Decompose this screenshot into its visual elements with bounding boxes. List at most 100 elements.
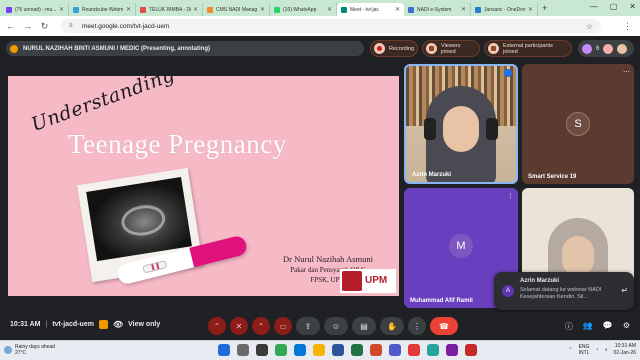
site-info-icon[interactable]: ≡ bbox=[69, 23, 76, 30]
teams-icon[interactable] bbox=[389, 344, 401, 356]
tab-favicon bbox=[140, 6, 146, 13]
minimize-icon[interactable]: — bbox=[590, 2, 598, 11]
browser-tab[interactable]: Jansaric - OneDriv ✕ bbox=[471, 3, 538, 16]
chevron-up-icon[interactable]: ⌃ bbox=[568, 347, 572, 353]
speaking-indicator-icon bbox=[504, 69, 512, 77]
app-icon[interactable] bbox=[465, 344, 477, 356]
viewers-joined-indicator[interactable]: Viewers joined bbox=[422, 40, 480, 57]
taskbar-apps bbox=[218, 344, 477, 356]
close-icon[interactable]: ✕ bbox=[395, 6, 400, 13]
close-window-icon[interactable]: ✕ bbox=[629, 2, 636, 11]
browser-menu-icon[interactable]: ⋮ bbox=[623, 21, 632, 32]
call-controls: ⌃ ✕ ⌃ ▭ ⇪ ☺ ▤ ✋ ⋮ ☎ bbox=[208, 317, 458, 335]
participant-name: Muhammad Afif Ramli bbox=[410, 298, 473, 304]
close-icon[interactable]: ✕ bbox=[126, 6, 131, 13]
file-explorer-icon[interactable] bbox=[313, 344, 325, 356]
reload-icon[interactable]: ↻ bbox=[40, 21, 49, 32]
close-icon[interactable]: ✕ bbox=[327, 6, 332, 13]
address-bar: ← → ↻ ≡ meet.google.com/tvt-jacd-uem ☆ ⋮ bbox=[0, 16, 640, 36]
browser-tab[interactable]: CMS NADI Manag ✕ bbox=[203, 3, 270, 16]
maximize-icon[interactable]: ▢ bbox=[610, 2, 618, 11]
back-arrow-icon[interactable]: ← bbox=[6, 21, 15, 31]
browser-tab[interactable]: (10) WhatsApp ✕ bbox=[270, 3, 337, 16]
bookmark-star-icon[interactable]: ☆ bbox=[586, 22, 593, 31]
participant-tile[interactable]: Azrin Marzuki bbox=[404, 64, 518, 184]
reply-icon[interactable]: ↵ bbox=[621, 286, 628, 295]
raise-hand-button[interactable]: ✋ bbox=[380, 317, 404, 335]
chat-message: Selamat datang ke webinar NADI Kesejahte… bbox=[520, 287, 602, 300]
url-field[interactable]: ≡ meet.google.com/tvt-jacd-uem ☆ bbox=[61, 19, 601, 33]
ultrasound-image bbox=[86, 176, 192, 262]
chrome-icon[interactable] bbox=[275, 344, 287, 356]
pdf-icon[interactable] bbox=[408, 344, 420, 356]
language-indicator[interactable]: ENG INTL bbox=[579, 344, 590, 356]
excel-icon[interactable] bbox=[351, 344, 363, 356]
system-clock[interactable]: 10:31 AM 02-Jan-26 bbox=[613, 343, 636, 357]
people-count: 6 bbox=[596, 45, 600, 52]
camera-off-button[interactable]: ▭ bbox=[274, 317, 292, 335]
slide-title: Teenage Pregnancy bbox=[68, 129, 287, 159]
mic-off-button[interactable]: ✕ bbox=[230, 317, 248, 335]
new-tab-button[interactable]: + bbox=[542, 3, 547, 13]
search-icon[interactable] bbox=[237, 344, 249, 356]
avatar: M bbox=[449, 234, 473, 258]
rain-cloud-icon bbox=[4, 346, 12, 354]
crest-icon bbox=[342, 271, 362, 291]
word-icon[interactable] bbox=[332, 344, 344, 356]
app-icon[interactable] bbox=[446, 344, 458, 356]
participant-name: Azrin Marzuki bbox=[412, 172, 452, 178]
muted-mic-icon: ⋮ bbox=[507, 193, 514, 200]
presenter-banner: NURUL NAZIHAH BINTI ASMUNI / MEDIC (Pres… bbox=[6, 41, 364, 56]
volume-icon[interactable]: ◖ bbox=[604, 347, 607, 353]
captions-button[interactable]: ▤ bbox=[352, 317, 376, 335]
browser-tab[interactable]: Roundcube Webm ✕ bbox=[69, 3, 136, 16]
external-participants-indicator[interactable]: External participants joined bbox=[484, 40, 572, 57]
muted-mic-icon: ⋯ bbox=[623, 69, 630, 76]
close-icon[interactable]: ✕ bbox=[528, 6, 533, 13]
close-icon[interactable]: ✕ bbox=[59, 6, 64, 13]
close-icon[interactable]: ✕ bbox=[193, 6, 198, 13]
meeting-details: 10:31 AM | tvt-jacd-uem 👁 View only bbox=[10, 320, 161, 329]
window-controls: — ▢ ✕ bbox=[590, 2, 636, 11]
close-icon[interactable]: ✕ bbox=[260, 6, 265, 13]
activities-icon[interactable]: ⚙ bbox=[623, 321, 630, 332]
windows-taskbar: Rainy days ahead 27°C ⌃ ENG INTL ◔ ◖ 10:… bbox=[0, 340, 640, 360]
camera-options-button[interactable]: ⌃ bbox=[252, 317, 270, 335]
people-button[interactable]: 6 bbox=[578, 40, 634, 57]
info-icon[interactable]: ⓘ bbox=[565, 321, 573, 332]
viewers-icon bbox=[426, 43, 437, 54]
meeting-code: tvt-jacd-uem bbox=[52, 321, 94, 328]
browser-tab[interactable]: (76 unread) - mu... ✕ bbox=[2, 3, 69, 16]
tab-favicon bbox=[274, 6, 280, 13]
browser-tab[interactable]: NADI e-System ✕ bbox=[404, 3, 471, 16]
recording-indicator[interactable]: Recording bbox=[370, 40, 418, 57]
chat-notification[interactable]: A Azrin Marzuki Selamat datang ke webina… bbox=[494, 272, 634, 310]
tab-favicon bbox=[73, 6, 79, 13]
app-icon[interactable] bbox=[427, 344, 439, 356]
start-icon[interactable] bbox=[218, 344, 230, 356]
powerpoint-icon[interactable] bbox=[370, 344, 382, 356]
view-only-icon: 👁 bbox=[112, 320, 124, 329]
present-button[interactable]: ⇪ bbox=[296, 317, 320, 335]
people-icon[interactable]: 👥 bbox=[583, 321, 593, 332]
avatar: A bbox=[502, 285, 514, 297]
task-view-icon[interactable] bbox=[256, 344, 268, 356]
chat-icon[interactable]: 💬 bbox=[603, 321, 613, 332]
browser-tab[interactable]: TELUK RIMBA - Di ✕ bbox=[136, 3, 203, 16]
more-options-button[interactable]: ⋮ bbox=[408, 317, 426, 335]
weather-widget[interactable]: Rainy days ahead 27°C bbox=[4, 344, 55, 356]
emoji-button[interactable]: ☺ bbox=[324, 317, 348, 335]
browser-tab-active[interactable]: Meet - tvt-jac ✕ bbox=[337, 3, 404, 16]
edge-icon[interactable] bbox=[294, 344, 306, 356]
wifi-icon[interactable]: ◔ bbox=[595, 347, 598, 353]
presenting-icon bbox=[10, 44, 18, 53]
forward-arrow-icon[interactable]: → bbox=[23, 21, 32, 31]
close-icon[interactable]: ✕ bbox=[461, 6, 466, 13]
mic-options-button[interactable]: ⌃ bbox=[208, 317, 226, 335]
slide-script-word: Understanding bbox=[28, 76, 178, 136]
leave-call-button[interactable]: ☎ bbox=[430, 317, 458, 335]
tab-favicon bbox=[408, 6, 414, 13]
participant-tile[interactable]: ⋯ S Smart Service 19 bbox=[522, 64, 634, 184]
avatar: S bbox=[566, 112, 590, 136]
participant-name: Smart Service 19 bbox=[528, 174, 577, 180]
